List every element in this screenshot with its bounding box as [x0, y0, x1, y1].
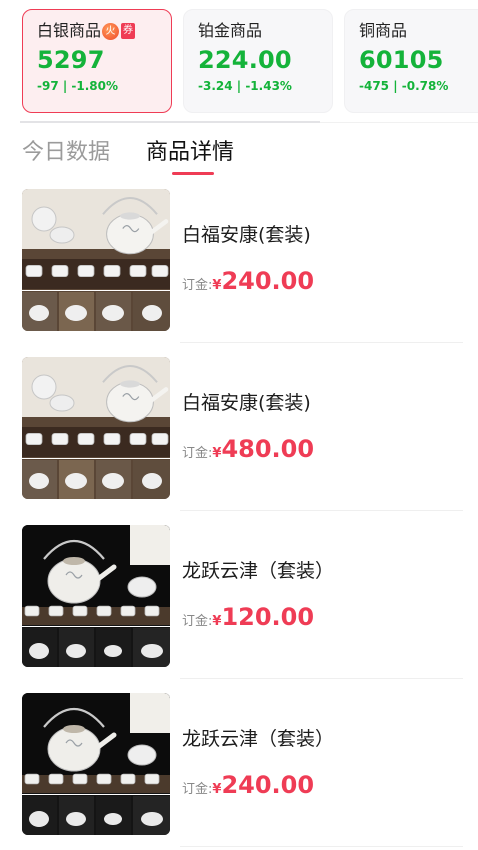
price-value: 480.00	[221, 435, 315, 463]
product-title: 白福安康(套装)	[182, 224, 311, 246]
horizontal-scroll-indicator	[20, 121, 320, 123]
product-item[interactable]: 白福安康(套装) 订金:¥480.00	[0, 357, 478, 525]
product-price: 订金:¥240.00	[182, 769, 314, 806]
market-card-silver[interactable]: 白银商品 火 券 5297 -97 | -1.80%	[22, 9, 172, 113]
card-price: 60105	[359, 46, 444, 74]
price-value: 240.00	[221, 771, 315, 799]
price-value: 120.00	[221, 603, 315, 631]
market-card-platinum[interactable]: 铂金商品 224.00 -3.24 | -1.43%	[183, 9, 333, 113]
active-tab-indicator	[172, 172, 214, 175]
card-price: 5297	[37, 46, 105, 74]
deposit-label: 订金:	[182, 782, 213, 797]
product-title: 白福安康(套装)	[182, 392, 311, 414]
tab-today-data[interactable]: 今日数据	[22, 138, 110, 168]
item-divider	[180, 846, 463, 847]
card-name-row: 白银商品 火 券	[37, 20, 171, 42]
deposit-label: 订金:	[182, 614, 213, 629]
card-price: 224.00	[198, 46, 292, 74]
app: 白银商品 火 券 5297 -97 | -1.80% 铂金商品 224.00 -…	[0, 0, 478, 850]
tab-product-detail[interactable]: 商品详情	[146, 138, 234, 168]
card-name: 铂金商品	[198, 21, 263, 40]
product-price: 订金:¥120.00	[182, 601, 314, 638]
card-change: -97 | -1.80%	[37, 79, 119, 93]
product-price: 订金:¥240.00	[182, 265, 314, 302]
product-image[interactable]	[22, 189, 170, 331]
hot-icon: 火	[102, 22, 120, 40]
product-title: 龙跃云津（套装）	[182, 560, 335, 582]
coupon-badge: 券	[121, 23, 136, 39]
product-item[interactable]: 龙跃云津（套装） 订金:¥120.00	[0, 525, 478, 693]
market-card-copper[interactable]: 铜商品 60105 -475 | -0.78%	[344, 9, 478, 113]
card-change: -475 | -0.78%	[359, 79, 449, 93]
deposit-label: 订金:	[182, 278, 213, 293]
tab-bar: 今日数据 商品详情	[0, 128, 478, 178]
product-image[interactable]	[22, 693, 170, 835]
price-value: 240.00	[221, 267, 315, 295]
product-title: 龙跃云津（套装）	[182, 728, 335, 750]
card-name: 铜商品	[359, 21, 408, 40]
product-image[interactable]	[22, 357, 170, 499]
item-divider	[180, 678, 463, 679]
item-divider	[180, 510, 463, 511]
product-item[interactable]: 龙跃云津（套装） 订金:¥240.00	[0, 693, 478, 850]
card-change: -3.24 | -1.43%	[198, 79, 292, 93]
product-price: 订金:¥480.00	[182, 433, 314, 470]
card-name: 白银商品	[37, 21, 102, 40]
market-cards: 白银商品 火 券 5297 -97 | -1.80% 铂金商品 224.00 -…	[0, 0, 478, 123]
product-image[interactable]	[22, 525, 170, 667]
divider	[320, 122, 478, 123]
product-item[interactable]: 白福安康(套装) 订金:¥240.00	[0, 189, 478, 357]
item-divider	[180, 342, 463, 343]
deposit-label: 订金:	[182, 446, 213, 461]
